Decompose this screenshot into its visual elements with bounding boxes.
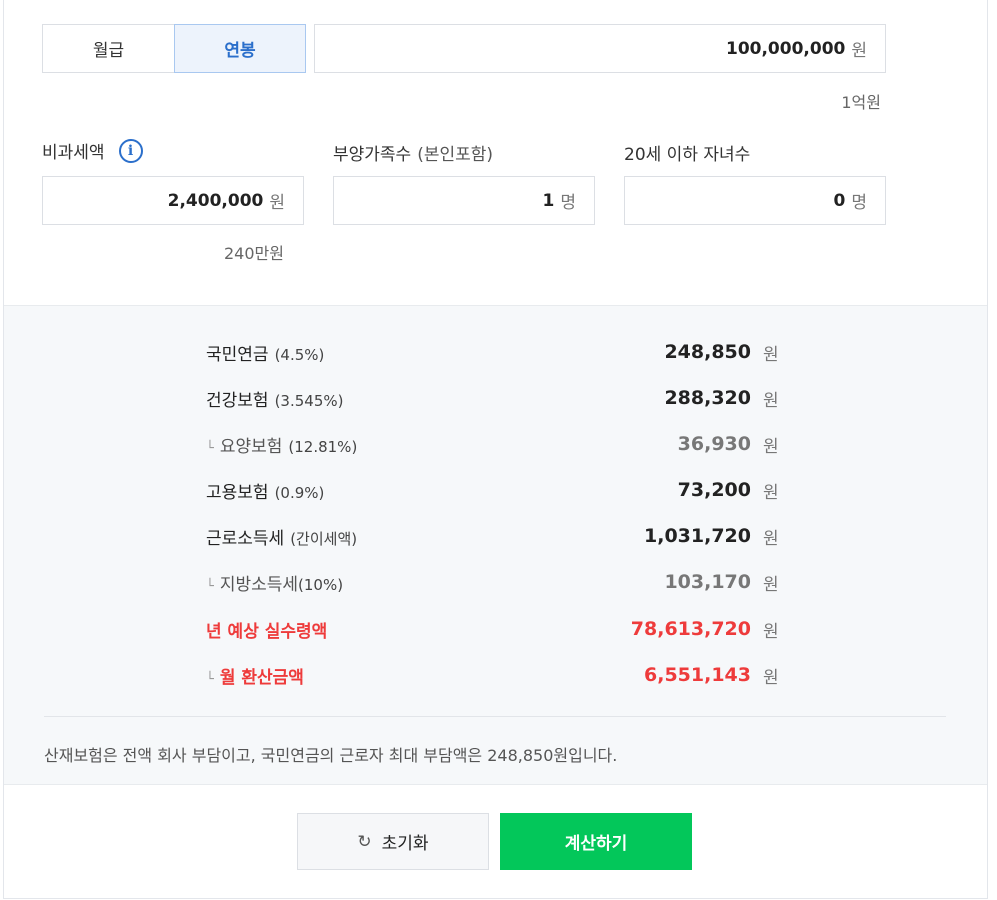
- result-row-longterm-care: └ 요양보험 (12.81%) 36,930 원: [206, 429, 781, 459]
- result-unit: 원: [763, 482, 779, 503]
- tab-monthly[interactable]: 월급: [42, 24, 174, 73]
- result-unit: 원: [763, 436, 779, 457]
- result-amount: 36,930: [677, 433, 751, 455]
- calculate-button[interactable]: 계산하기: [500, 813, 692, 870]
- divider: [44, 716, 946, 717]
- result-row-employment: 고용보험 (0.9%) 73,200 원: [206, 475, 781, 505]
- result-unit: 원: [763, 528, 779, 549]
- result-row-annual-net: 년 예상 실수령액 78,613,720 원: [206, 614, 781, 644]
- footnote: 산재보험은 전액 회사 부담이고, 국민연금의 근로자 최대 부담액은 248,…: [44, 746, 618, 765]
- result-rate: (0.9%): [274, 483, 325, 502]
- reset-button-label: 초기화: [381, 834, 429, 854]
- result-name: 국민연금: [206, 344, 269, 365]
- refresh-icon: ↻: [357, 831, 372, 852]
- nontax-label: 비과세액: [42, 143, 105, 163]
- result-amount: 73,200: [677, 479, 751, 501]
- tab-annual[interactable]: 연봉: [174, 24, 306, 73]
- result-amount: 248,850: [664, 341, 751, 363]
- pay-period-toggle: 월급 연봉: [42, 24, 306, 73]
- result-unit: 원: [763, 621, 779, 642]
- result-row-local-tax: └ 지방소득세 (10%) 103,170 원: [206, 567, 781, 597]
- result-rate: (4.5%): [274, 345, 325, 364]
- result-rate: (간이세액): [290, 529, 358, 548]
- info-icon[interactable]: i: [118, 138, 143, 163]
- children-unit: 명: [851, 193, 867, 213]
- result-unit: 원: [763, 344, 779, 365]
- result-name: 월 환산금액: [219, 667, 304, 688]
- result-name: 고용보험: [206, 482, 269, 503]
- branch-marker: └: [206, 578, 214, 594]
- salary-input[interactable]: 100,000,000 원: [314, 24, 886, 73]
- reset-button[interactable]: ↻ 초기화: [297, 813, 489, 870]
- result-unit: 원: [763, 667, 779, 688]
- result-unit: 원: [763, 574, 779, 595]
- branch-marker: └: [206, 671, 214, 687]
- result-amount: 1,031,720: [644, 525, 751, 547]
- result-row-income-tax: 근로소득세 (간이세액) 1,031,720 원: [206, 521, 781, 551]
- children-label-group: 20세 이하 자녀수: [624, 140, 750, 165]
- nontax-value: 2,400,000: [167, 190, 264, 211]
- calculate-button-label: 계산하기: [564, 834, 628, 854]
- result-unit: 원: [763, 390, 779, 411]
- result-name: 요양보험: [219, 436, 283, 457]
- result-name: 지방소득세: [219, 574, 299, 595]
- dependents-input[interactable]: 1 명: [333, 176, 595, 225]
- result-name: 근로소득세: [206, 528, 285, 549]
- result-row-pension: 국민연금 (4.5%) 248,850 원: [206, 337, 781, 367]
- result-rate: (10%): [298, 575, 344, 594]
- dependents-label-group: 부양가족수 (본인포함): [333, 140, 493, 165]
- children-input[interactable]: 0 명: [624, 176, 886, 225]
- result-amount: 103,170: [664, 571, 751, 593]
- salary-value: 100,000,000: [725, 38, 846, 59]
- salary-hint: 1억원: [841, 93, 881, 112]
- result-row-monthly-net: └ 월 환산금액 6,551,143 원: [206, 660, 781, 690]
- dependents-sublabel: (본인포함): [417, 145, 494, 165]
- nontax-label-group: 비과세액 i: [42, 138, 143, 163]
- result-name: 년 예상 실수령액: [206, 621, 328, 642]
- nontax-input[interactable]: 2,400,000 원: [42, 176, 304, 225]
- dependents-unit: 명: [560, 193, 576, 213]
- result-row-health: 건강보험 (3.545%) 288,320 원: [206, 383, 781, 413]
- result-amount: 6,551,143: [644, 664, 751, 686]
- salary-unit: 원: [851, 41, 867, 61]
- dependents-label: 부양가족수: [333, 145, 412, 165]
- nontax-hint: 240만원: [224, 244, 284, 263]
- result-rate: (12.81%): [288, 437, 358, 456]
- result-name: 건강보험: [206, 390, 269, 411]
- result-amount: 288,320: [664, 387, 751, 409]
- children-label: 20세 이하 자녀수: [624, 145, 751, 165]
- result-rate: (3.545%): [274, 391, 344, 410]
- dependents-value: 1: [542, 190, 555, 211]
- nontax-unit: 원: [269, 193, 285, 213]
- children-value: 0: [833, 190, 846, 211]
- result-amount: 78,613,720: [630, 618, 751, 640]
- branch-marker: └: [206, 440, 214, 456]
